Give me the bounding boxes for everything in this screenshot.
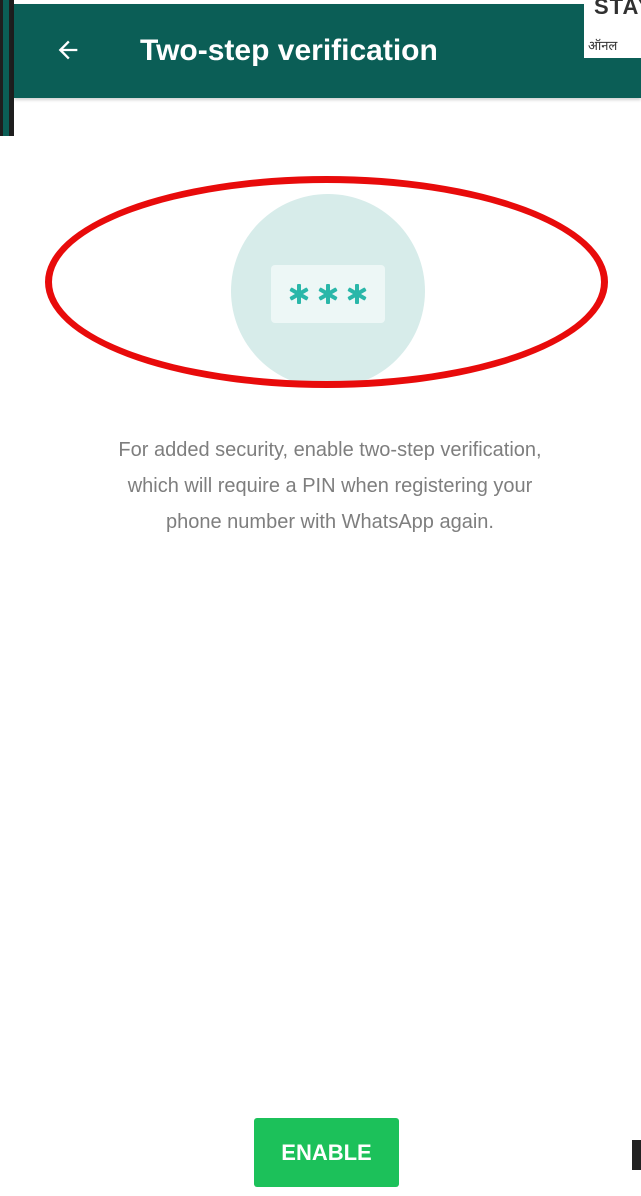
- pin-field-graphic: [271, 265, 385, 323]
- asterisks-icon: [289, 284, 367, 304]
- watermark: STAY ऑनल: [584, 0, 641, 58]
- description-line: phone number with WhatsApp again.: [166, 511, 494, 533]
- description-line: For added security, enable two-step veri…: [118, 439, 542, 461]
- pin-illustration: [231, 194, 425, 388]
- arrow-left-icon: [58, 40, 78, 60]
- page-title: Two-step verification: [140, 34, 438, 67]
- back-button[interactable]: [50, 32, 86, 68]
- app-bar: Two-step verification: [14, 4, 641, 98]
- description-text: For added security, enable two-step veri…: [40, 432, 620, 540]
- left-edge-fragment: [0, 0, 14, 136]
- right-edge-fragment: [632, 1140, 641, 1170]
- left-edge-strip: [3, 0, 9, 136]
- watermark-top-text: STAY: [594, 0, 641, 19]
- enable-button[interactable]: ENABLE: [254, 1118, 399, 1187]
- description-line: which will require a PIN when registerin…: [127, 475, 533, 497]
- watermark-bottom-text: ऑनल: [588, 38, 618, 53]
